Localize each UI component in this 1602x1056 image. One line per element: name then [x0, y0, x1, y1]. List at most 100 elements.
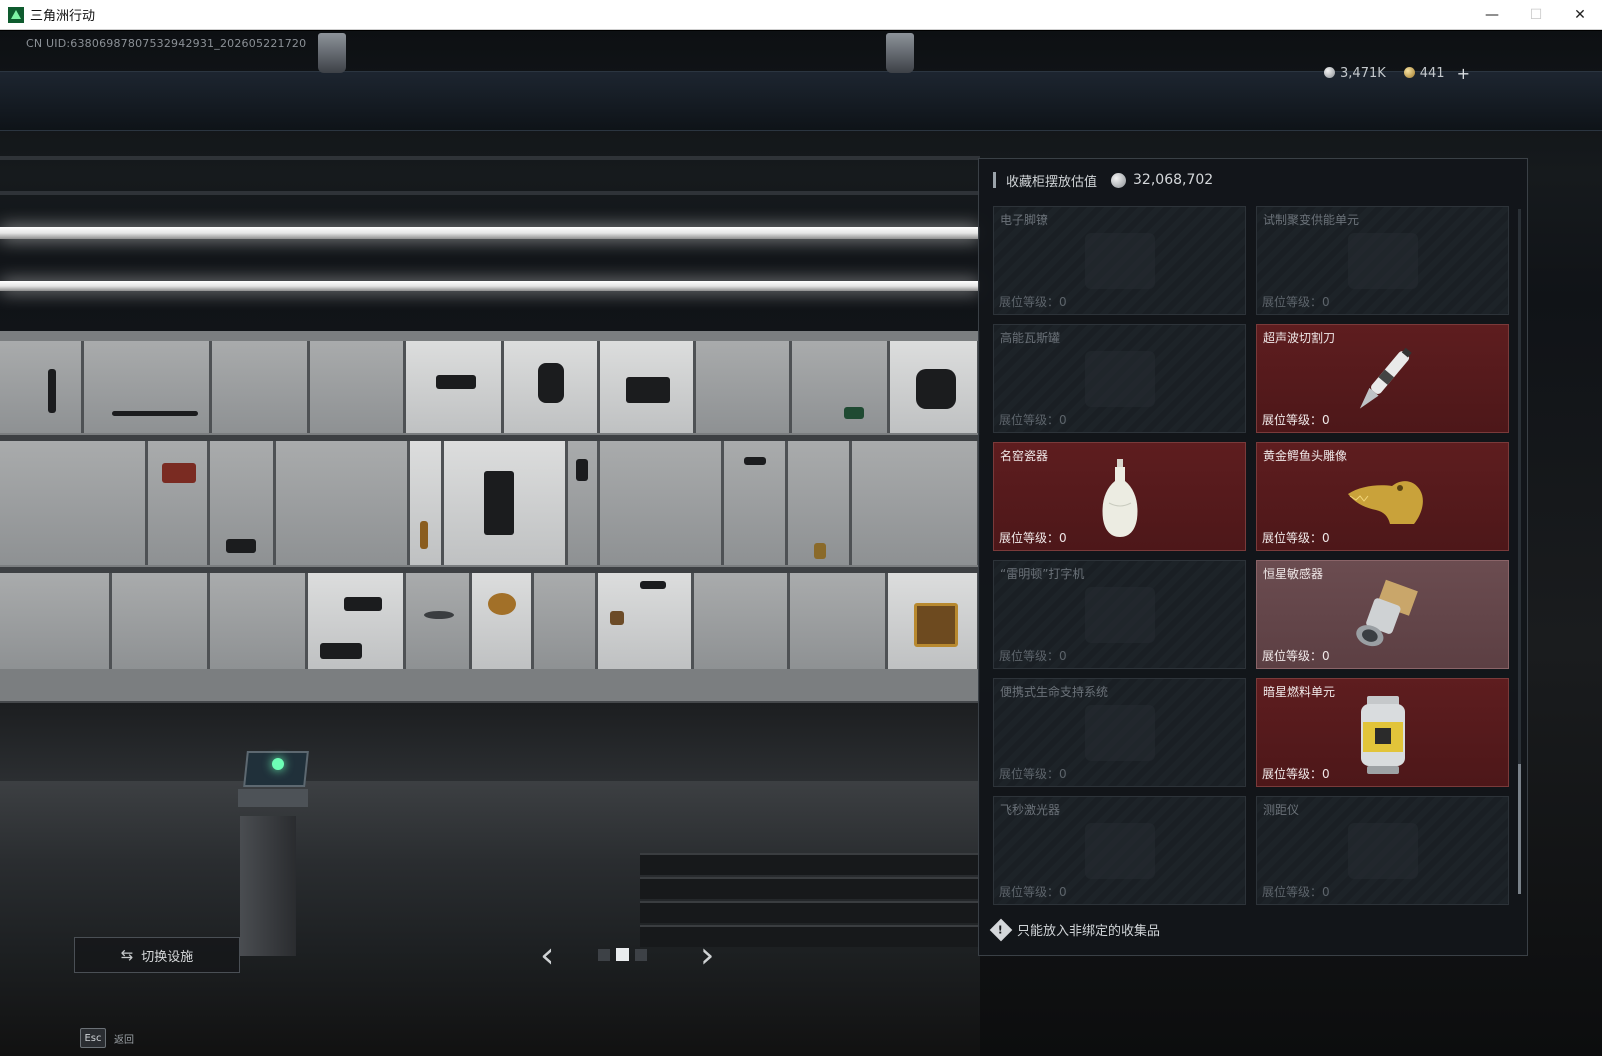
- slot-level-value: 0: [1322, 531, 1330, 545]
- collection-shelf-wall: [0, 331, 980, 701]
- maximize-button[interactable]: ☐: [1514, 0, 1558, 30]
- collection-slot[interactable]: 试制聚变供能单元 展位等级：0: [1256, 206, 1509, 315]
- slot-level-value: 0: [1059, 413, 1067, 427]
- collection-slot[interactable]: 恒星敏感器 展位等级：0: [1256, 560, 1509, 669]
- slot-level-label: 展位等级：: [1262, 649, 1323, 663]
- star-sensor-icon: [1343, 577, 1423, 661]
- shelf-cell: [0, 573, 112, 669]
- shelf-cell: [534, 573, 598, 669]
- minimize-button[interactable]: —: [1470, 0, 1514, 30]
- prev-page-button[interactable]: ‹: [540, 938, 554, 974]
- shelf-cell: [210, 441, 276, 565]
- shelf-cell: [472, 573, 534, 669]
- collection-slot[interactable]: 飞秒激光器 展位等级：0: [993, 796, 1246, 905]
- shelf-cell: [308, 573, 406, 669]
- slot-level: 展位等级：0: [1262, 883, 1330, 900]
- slot-level-value: 0: [1059, 649, 1067, 663]
- silver-currency: 3,471K: [1324, 66, 1386, 81]
- switch-facility-button[interactable]: ⇆ 切换设施: [74, 937, 240, 973]
- slot-level-value: 0: [1059, 531, 1067, 545]
- slot-placeholder-icon: [1084, 232, 1155, 289]
- slot-level-value: 0: [1322, 767, 1330, 781]
- shelf-cell: [694, 573, 790, 669]
- shelf-cell: [276, 441, 410, 565]
- slot-level: 展位等级：0: [1262, 293, 1330, 310]
- scroll-thumb[interactable]: [1518, 764, 1521, 894]
- slot-name: 名窑瓷器: [1000, 449, 1049, 463]
- valuation-amount: 32,068,702: [1133, 172, 1214, 188]
- switch-facility-label: 切换设施: [141, 949, 194, 965]
- slot-level-label: 展位等级：: [999, 767, 1060, 781]
- ceiling-lamp: [318, 33, 346, 73]
- slot-name: 飞秒激光器: [1000, 803, 1061, 817]
- slot-level: 展位等级：0: [1262, 529, 1330, 546]
- collection-slot[interactable]: 高能瓦斯罐 展位等级：0: [993, 324, 1246, 433]
- collection-slot[interactable]: 暗星燃料单元 展位等级：0: [1256, 678, 1509, 787]
- next-page-button[interactable]: ›: [700, 938, 714, 974]
- app-logo-icon: [8, 6, 24, 23]
- collection-slot[interactable]: 超声波切割刀 展位等级：0: [1256, 324, 1509, 433]
- slot-level: 展位等级：0: [999, 293, 1067, 310]
- gold-amount: 441: [1419, 66, 1445, 81]
- page-dot[interactable]: [598, 948, 610, 961]
- add-currency-button[interactable]: +: [1457, 64, 1470, 83]
- slot-level-value: 0: [1322, 295, 1330, 309]
- silver-amount: 3,471K: [1340, 66, 1386, 81]
- shelf-cell: [568, 441, 600, 565]
- shelf-cell: [410, 441, 444, 565]
- slot-level-label: 展位等级：: [999, 531, 1060, 545]
- collection-slot[interactable]: 黄金鳄鱼头雕像 展位等级：0: [1256, 442, 1509, 551]
- terminal-indicator-icon: [272, 758, 284, 770]
- slot-placeholder-icon: [1347, 822, 1418, 879]
- collection-slot[interactable]: 名窑瓷器展位等级：0: [993, 442, 1246, 551]
- slot-name: 暗星燃料单元: [1263, 685, 1336, 699]
- slot-placeholder-icon: [1084, 586, 1155, 643]
- slot-level-value: 0: [1059, 767, 1067, 781]
- ultrasonic-cutter-icon: [1348, 341, 1418, 425]
- slot-placeholder-icon: [1084, 822, 1155, 879]
- slot-level-value: 0: [1059, 295, 1067, 309]
- slot-level: 展位等级：0: [1262, 765, 1330, 782]
- ceiling-lamp: [886, 33, 914, 73]
- slot-level-label: 展位等级：: [999, 413, 1060, 427]
- shelf-cell: [112, 573, 210, 669]
- collection-slot[interactable]: “雷明顿”打字机 展位等级：0: [993, 560, 1246, 669]
- slot-placeholder-icon: [1084, 350, 1155, 407]
- slot-level-value: 0: [1322, 885, 1330, 899]
- silver-coin-icon: [1111, 172, 1127, 188]
- back-hint[interactable]: Esc 返回: [80, 1027, 134, 1049]
- slot-level-label: 展位等级：: [1262, 885, 1323, 899]
- collection-slot[interactable]: 测距仪展位等级：0: [1256, 796, 1509, 905]
- slot-level-label: 展位等级：: [1262, 295, 1323, 309]
- terminal-stand: [240, 816, 296, 956]
- collection-slot[interactable]: 便携式生命支持系统 展位等级：0: [993, 678, 1246, 787]
- panel-scrollbar[interactable]: [1518, 209, 1521, 894]
- shelf-cell: [792, 341, 890, 433]
- slot-level: 展位等级：0: [999, 529, 1067, 546]
- shelf-cell: [600, 341, 696, 433]
- collection-slot[interactable]: 电子脚镣 展位等级：0: [993, 206, 1246, 315]
- panel-header: 收藏柜摆放估值 32,068,702: [993, 169, 1213, 191]
- slot-level: 展位等级：0: [999, 765, 1067, 782]
- page-indicator: [598, 948, 647, 961]
- page-dot-active[interactable]: [616, 948, 629, 961]
- gold-crocodile-icon: [1338, 464, 1428, 538]
- swap-arrows-icon: ⇆: [120, 946, 134, 964]
- shelf-cell: [888, 573, 980, 669]
- shelf-cell: [788, 441, 852, 565]
- shelf-cell: [406, 341, 504, 433]
- notice-text: 只能放入非绑定的收集品: [1017, 924, 1161, 939]
- shelf-cell: [696, 341, 792, 433]
- close-button[interactable]: ✕: [1558, 0, 1602, 30]
- currency-bar: 3,471K 441 +: [1324, 64, 1470, 83]
- slot-name: 测距仪: [1263, 803, 1300, 817]
- page-dot[interactable]: [635, 948, 647, 961]
- slot-name: 恒星敏感器: [1263, 567, 1324, 581]
- panel-title: 收藏柜摆放估值: [1006, 174, 1098, 190]
- shelf-cell: [310, 341, 406, 433]
- collection-panel: 收藏柜摆放估值 32,068,702 电子脚镣 展位等级：0 试制聚变供能单元 展位等…: [978, 158, 1528, 956]
- light-strip: [0, 281, 980, 291]
- shelf-cell: [852, 441, 980, 565]
- slot-placeholder-icon: [1347, 232, 1418, 289]
- shelf-cell: [598, 573, 694, 669]
